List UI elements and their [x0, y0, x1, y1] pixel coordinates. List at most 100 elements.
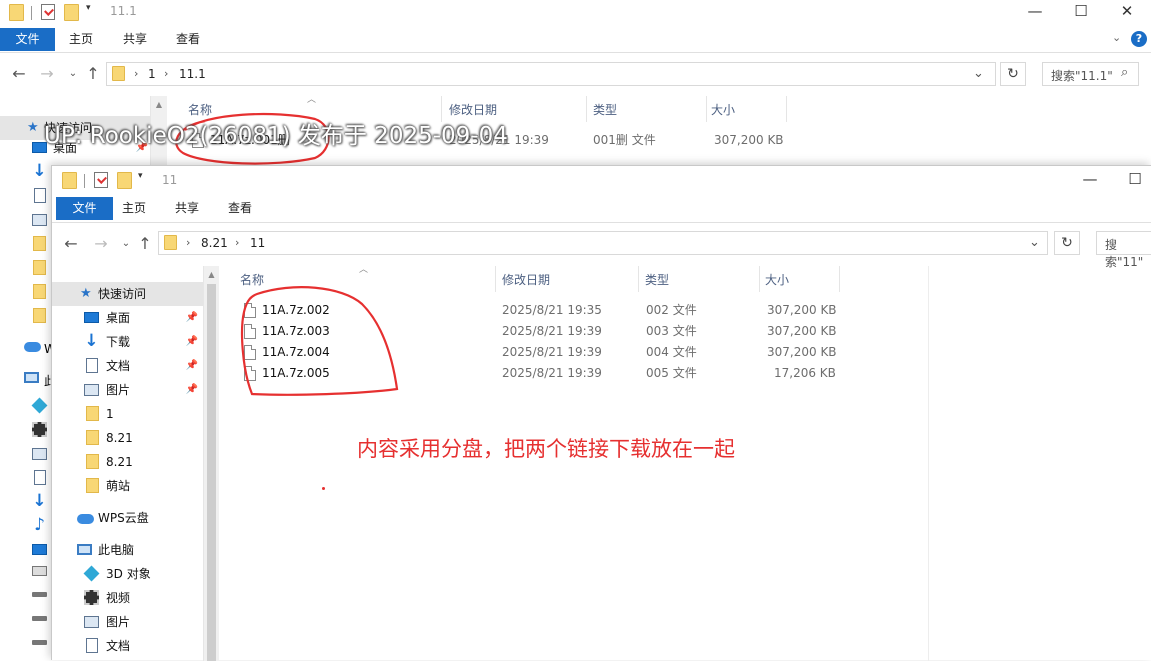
- up-button[interactable]: ↑: [136, 234, 154, 254]
- nav-label: 萌站: [106, 479, 131, 493]
- back-button[interactable]: ←: [10, 64, 28, 84]
- forward-button[interactable]: →: [38, 64, 56, 84]
- downloads-icon: ↓: [32, 491, 47, 511]
- breadcrumb-item[interactable]: 11.1: [179, 66, 206, 82]
- desktop-icon: [32, 544, 47, 555]
- nav-label: 视频: [106, 591, 131, 605]
- file-row[interactable]: 11A.7z.005 2025/8/21 19:39 005 文件 17,206…: [52, 363, 1151, 384]
- column-header-size[interactable]: 大小: [765, 270, 789, 290]
- nav-label: 此电脑: [98, 543, 135, 557]
- minimize-button[interactable]: —: [1067, 168, 1113, 192]
- folder-icon: [86, 478, 99, 493]
- nav-3d-objects[interactable]: 3D 对象: [52, 562, 204, 586]
- nav-videos[interactable]: 视频: [52, 586, 204, 610]
- nav-folder-mengzhan[interactable]: 萌站: [52, 474, 204, 498]
- close-button[interactable]: ✕: [1104, 0, 1150, 24]
- file-size: 307,200 KB: [767, 303, 837, 317]
- file-size: 307,200 KB: [767, 324, 837, 338]
- address-bar[interactable]: › 8.21 › 11 ⌄: [158, 231, 1048, 255]
- breadcrumb-item[interactable]: 8.21: [201, 235, 228, 251]
- search-placeholder: 搜索"11.1": [1051, 69, 1113, 83]
- videos-icon: [32, 422, 47, 437]
- tab-file[interactable]: 文件: [56, 197, 113, 220]
- column-header-type[interactable]: 类型: [645, 270, 669, 290]
- tab-view[interactable]: 查看: [176, 28, 200, 51]
- column-divider: [759, 266, 760, 292]
- folder-icon: [62, 172, 77, 189]
- folder-icon: [164, 235, 177, 250]
- minimize-button[interactable]: —: [1012, 0, 1058, 24]
- search-input[interactable]: 搜索"11": [1096, 231, 1151, 269]
- refresh-button[interactable]: ↻: [1054, 231, 1080, 255]
- search-input[interactable]: 搜索"11.1" ⌕: [1042, 62, 1139, 86]
- maximize-button[interactable]: ☐: [1112, 168, 1151, 192]
- 3d-objects-icon: [31, 397, 48, 414]
- refresh-button[interactable]: ↻: [1000, 62, 1026, 86]
- drive-icon: [32, 640, 47, 645]
- file-size: 17,206 KB: [774, 366, 836, 380]
- column-divider: [638, 266, 639, 292]
- nav-this-pc[interactable]: 此电脑: [52, 538, 204, 562]
- tab-share[interactable]: 共享: [175, 197, 199, 220]
- breadcrumb-item[interactable]: 11: [250, 235, 265, 251]
- file-type: 005 文件: [646, 366, 697, 380]
- new-folder-icon[interactable]: [117, 172, 132, 189]
- documents-icon: [34, 470, 46, 485]
- column-header-size[interactable]: 大小: [711, 100, 735, 120]
- column-header-modified[interactable]: 修改日期: [502, 270, 550, 290]
- nav-wps-cloud[interactable]: WPS云盘: [52, 506, 204, 530]
- tab-share[interactable]: 共享: [123, 28, 147, 51]
- properties-icon[interactable]: [41, 4, 55, 20]
- address-dropdown-icon[interactable]: ⌄: [1029, 235, 1040, 251]
- nav-pc-documents[interactable]: 文档: [52, 634, 204, 658]
- help-icon[interactable]: ?: [1131, 31, 1147, 47]
- properties-icon[interactable]: [94, 172, 108, 188]
- documents-icon: [86, 638, 98, 653]
- nav-pc-pictures[interactable]: 图片: [52, 610, 204, 634]
- computer-icon: [77, 544, 92, 555]
- nav-folder-1[interactable]: 1: [52, 402, 204, 426]
- music-icon: ♪: [34, 515, 45, 535]
- nav-label: 8.21: [106, 431, 133, 445]
- file-type: 002 文件: [646, 303, 697, 317]
- tab-file[interactable]: 文件: [0, 28, 55, 51]
- tab-home[interactable]: 主页: [69, 28, 93, 51]
- upload-credit-overlay: UP: RookieO2(26081) 发布于 2025-09-04: [44, 123, 508, 149]
- tab-view[interactable]: 查看: [228, 197, 252, 220]
- file-row[interactable]: 11A.7z.002 2025/8/21 19:35 002 文件 307,20…: [52, 300, 1151, 321]
- new-folder-icon[interactable]: [64, 4, 79, 21]
- file-modified: 2025/8/21 19:39: [502, 324, 602, 338]
- folder-icon: [86, 406, 99, 421]
- chevron-down-icon[interactable]: ⌄: [1112, 31, 1121, 44]
- nav-folder-821[interactable]: 8.21: [52, 426, 204, 450]
- separator: [84, 174, 85, 188]
- back-button[interactable]: ←: [62, 234, 80, 254]
- ribbon-tabs: 文件 主页 共享 查看: [52, 197, 1151, 220]
- customize-toolbar-icon[interactable]: ▾: [86, 3, 91, 13]
- file-row[interactable]: 11A.7z.004 2025/8/21 19:39 004 文件 307,20…: [52, 342, 1151, 363]
- column-header-type[interactable]: 类型: [593, 100, 617, 120]
- file-row[interactable]: 11A.7z.003 2025/8/21 19:39 003 文件 307,20…: [52, 321, 1151, 342]
- scroll-up-arrow[interactable]: ▲: [204, 266, 219, 283]
- videos-icon: [84, 590, 99, 605]
- up-button[interactable]: ↑: [84, 64, 102, 84]
- tab-home[interactable]: 主页: [122, 197, 146, 220]
- window-title: 11: [162, 173, 178, 187]
- nav-folder-821-second[interactable]: 8.21: [52, 450, 204, 474]
- recent-locations-button[interactable]: ⌄: [117, 234, 135, 254]
- pictures-icon: [32, 448, 47, 460]
- red-dot-mark: [322, 487, 325, 490]
- address-dropdown-icon[interactable]: ⌄: [973, 66, 984, 82]
- customize-toolbar-icon[interactable]: ▾: [138, 171, 143, 181]
- recent-locations-button[interactable]: ⌄: [64, 64, 82, 84]
- folder-icon: [33, 260, 46, 275]
- maximize-button[interactable]: ☐: [1058, 0, 1104, 24]
- file-modified: 2025/8/21 19:39: [502, 366, 602, 380]
- breadcrumb-item[interactable]: 1: [148, 66, 156, 82]
- address-bar[interactable]: › 1 › 11.1 ⌄: [106, 62, 996, 86]
- front-explorer-window: ▾ 11 — ☐ 文件 主页 共享 查看 ← → ⌄ ↑ › 8.21 › 11…: [51, 165, 1151, 661]
- folder-icon: [86, 454, 99, 469]
- downloads-icon: ↓: [32, 161, 47, 181]
- forward-button[interactable]: →: [92, 234, 110, 254]
- drive-icon: [32, 592, 47, 597]
